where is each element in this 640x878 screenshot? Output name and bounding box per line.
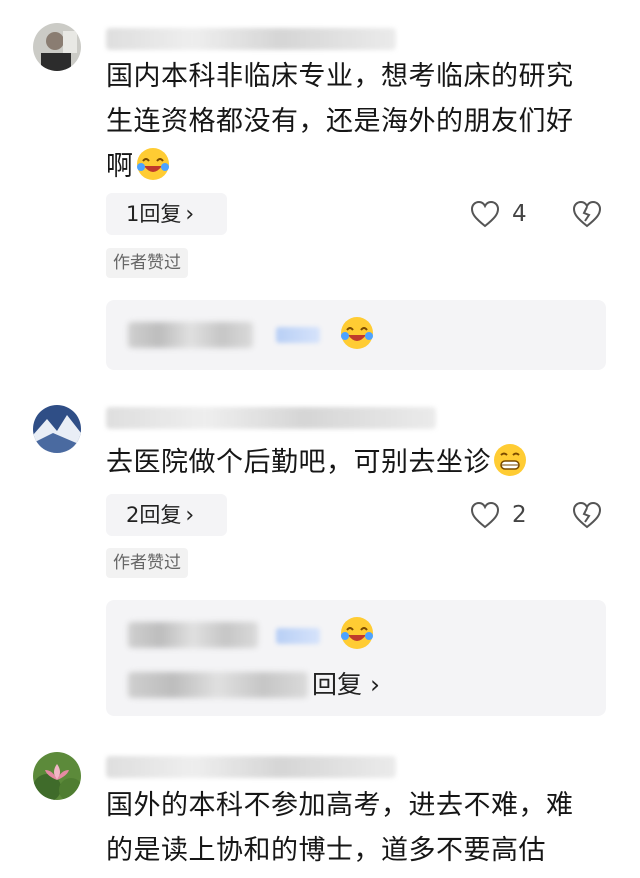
username-redacted[interactable] [106, 756, 396, 778]
heart-icon [470, 200, 500, 228]
like-button[interactable]: 2 [470, 494, 527, 536]
chevron-right-icon: › [185, 503, 195, 528]
comment-line: 的是读上协和的博士，道多不要高估 [106, 835, 546, 866]
broken-heart-icon [572, 200, 602, 228]
author-liked-tag: 作者赞过 [106, 548, 188, 578]
laughing-crying-emoji [340, 316, 374, 350]
user-avatar-icon[interactable] [33, 405, 81, 453]
comment-text: 去医院做个后勤吧，可别去坐诊 [106, 440, 618, 485]
reply-count-button[interactable]: 1回复 › [106, 193, 227, 235]
view-more-replies-link[interactable]: 回复 › [312, 670, 380, 700]
sub-reply-box[interactable] [106, 300, 606, 370]
dislike-button[interactable] [572, 193, 602, 235]
reply-count-button[interactable]: 2回复 › [106, 494, 227, 536]
comment-text: 国内本科非临床专业，想考临床的研究 生连资格都没有，还是海外的朋友们好 啊 [106, 54, 618, 189]
dislike-button[interactable] [572, 494, 602, 536]
laughing-crying-emoji [340, 616, 374, 650]
sub-reply-redacted [128, 322, 253, 348]
chevron-right-icon: › [185, 202, 195, 227]
heart-icon [470, 501, 500, 529]
sub-reply-mention [276, 327, 320, 343]
grinning-emoji [493, 443, 527, 477]
author-liked-tag: 作者赞过 [106, 248, 188, 278]
comment-line: 国外的本科不参加高考，进去不难，难 [106, 790, 574, 821]
username-redacted[interactable] [106, 407, 436, 429]
comment-line: 生连资格都没有，还是海外的朋友们好 [106, 106, 574, 137]
like-button[interactable]: 4 [470, 193, 527, 235]
user-avatar-icon[interactable] [33, 23, 81, 71]
view-all-replies-redacted [128, 672, 308, 698]
sub-reply-mention [276, 628, 320, 644]
comment-line: 国内本科非临床专业，想考临床的研究 [106, 61, 574, 92]
broken-heart-icon [572, 501, 602, 529]
sub-reply-redacted [128, 622, 258, 648]
like-count: 4 [512, 201, 527, 227]
username-redacted[interactable] [106, 28, 396, 50]
sub-reply-box[interactable]: 回复 › [106, 600, 606, 716]
comment-line: 去医院做个后勤吧，可别去坐诊 [106, 447, 491, 478]
comment-line: 啊 [106, 151, 134, 182]
comment-text: 国外的本科不参加高考，进去不难，难 的是读上协和的博士，道多不要高估 [106, 783, 618, 873]
laughing-crying-emoji [136, 147, 170, 181]
chevron-right-icon: › [362, 670, 380, 699]
like-count: 2 [512, 502, 527, 528]
lotus-avatar-icon[interactable] [33, 752, 81, 800]
